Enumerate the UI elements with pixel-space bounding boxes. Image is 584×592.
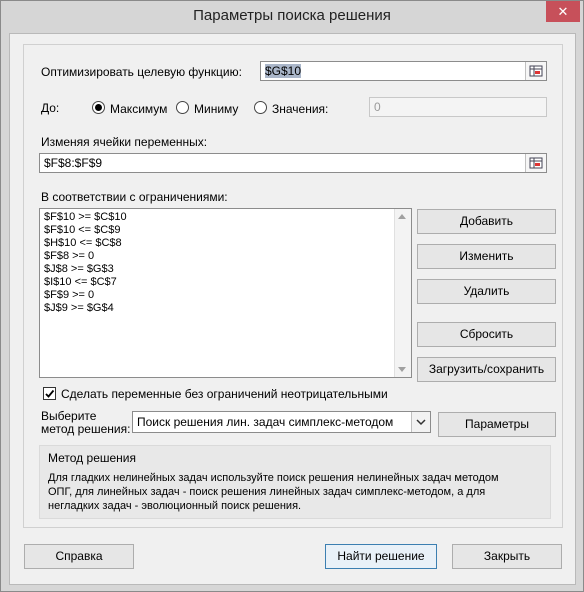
options-button[interactable]: Параметры — [438, 412, 556, 437]
method-description-line2: ОПГ, для линейных задач - поиск решения … — [48, 486, 486, 498]
radio-minimum[interactable] — [176, 101, 189, 114]
method-label-line1: Выберите — [41, 409, 97, 423]
title-bar: Параметры поиска решения ✕ — [1, 1, 583, 33]
constraint-item[interactable]: $F$10 >= $C$10 — [40, 211, 411, 224]
help-button[interactable]: Справка — [24, 544, 134, 569]
close-button[interactable]: Закрыть — [452, 544, 562, 569]
solve-button[interactable]: Найти решение — [325, 544, 437, 569]
radio-value-label: Значения: — [272, 102, 329, 116]
checkmark-icon — [45, 389, 55, 398]
scroll-down-icon[interactable] — [398, 367, 406, 372]
to-label: До: — [41, 101, 60, 115]
settings-panel: Оптимизировать целевую функцию: $G$10 До… — [23, 44, 563, 528]
constraint-item[interactable]: $J$9 >= $G$4 — [40, 302, 411, 315]
constraint-item[interactable]: $J$8 >= $G$3 — [40, 263, 411, 276]
constraint-item[interactable]: $F$9 >= 0 — [40, 289, 411, 302]
close-window-button[interactable]: ✕ — [546, 1, 580, 22]
method-description-line3: негладких задач - эволюционный поиск реш… — [48, 500, 302, 512]
range-select-icon[interactable] — [525, 154, 546, 172]
constraint-item[interactable]: $H$10 <= $C$8 — [40, 237, 411, 250]
load-save-button[interactable]: Загрузить/сохранить — [417, 357, 556, 382]
constraint-item[interactable]: $I$10 <= $C$7 — [40, 276, 411, 289]
dialog-window: Параметры поиска решения ✕ Оптимизироват… — [0, 0, 584, 592]
value-input[interactable]: 0 — [369, 97, 547, 117]
dialog-title: Параметры поиска решения — [193, 7, 391, 24]
method-label-line2: метод решения: — [41, 422, 131, 436]
constraint-item[interactable]: $F$10 <= $C$9 — [40, 224, 411, 237]
delete-button[interactable]: Удалить — [417, 279, 556, 304]
method-description-line1: Для гладких нелинейных задач используйте… — [48, 472, 499, 484]
radio-selected-dot — [95, 104, 102, 111]
range-select-icon[interactable] — [525, 62, 546, 80]
objective-input[interactable]: $G$10 — [260, 61, 547, 81]
chevron-down-icon[interactable] — [411, 412, 430, 432]
changing-cells-value: $F$8:$F$9 — [44, 156, 103, 170]
method-selected-value: Поиск решения лин. задач симплекс-методо… — [137, 415, 394, 429]
constraints-list: $F$10 >= $C$10 $F$10 <= $C$9 $H$10 <= $C$8… — [40, 209, 411, 315]
changing-cells-input[interactable]: $F$8:$F$9 — [39, 153, 547, 173]
constraints-label: В соответствии с ограничениями: — [41, 190, 228, 204]
radio-value[interactable] — [254, 101, 267, 114]
constraints-listbox[interactable]: $F$10 >= $C$10 $F$10 <= $C$9 $H$10 <= $C$8… — [39, 208, 412, 378]
changing-cells-label: Изменяя ячейки переменных: — [41, 135, 208, 149]
constraint-item[interactable]: $F$8 >= 0 — [40, 250, 411, 263]
method-description-group: Метод решения Для гладких нелинейных зад… — [39, 445, 551, 519]
reset-button[interactable]: Сбросить — [417, 322, 556, 347]
nonneg-checkbox[interactable] — [43, 387, 56, 400]
constraints-scrollbar[interactable] — [394, 209, 411, 377]
scroll-up-icon[interactable] — [398, 214, 406, 219]
method-select[interactable]: Поиск решения лин. задач симплекс-методо… — [132, 411, 431, 433]
add-button[interactable]: Добавить — [417, 209, 556, 234]
radio-maximum[interactable] — [92, 101, 105, 114]
objective-value: $G$10 — [265, 64, 302, 78]
method-group-title: Метод решения — [48, 451, 136, 465]
change-button[interactable]: Изменить — [417, 244, 556, 269]
radio-maximum-label: Максимум — [110, 102, 168, 116]
radio-minimum-label: Миниму — [194, 102, 239, 116]
dialog-client-area: Оптимизировать целевую функцию: $G$10 До… — [9, 33, 576, 585]
objective-label: Оптимизировать целевую функцию: — [41, 65, 242, 79]
nonneg-label: Сделать переменные без ограничений неотр… — [61, 387, 388, 401]
